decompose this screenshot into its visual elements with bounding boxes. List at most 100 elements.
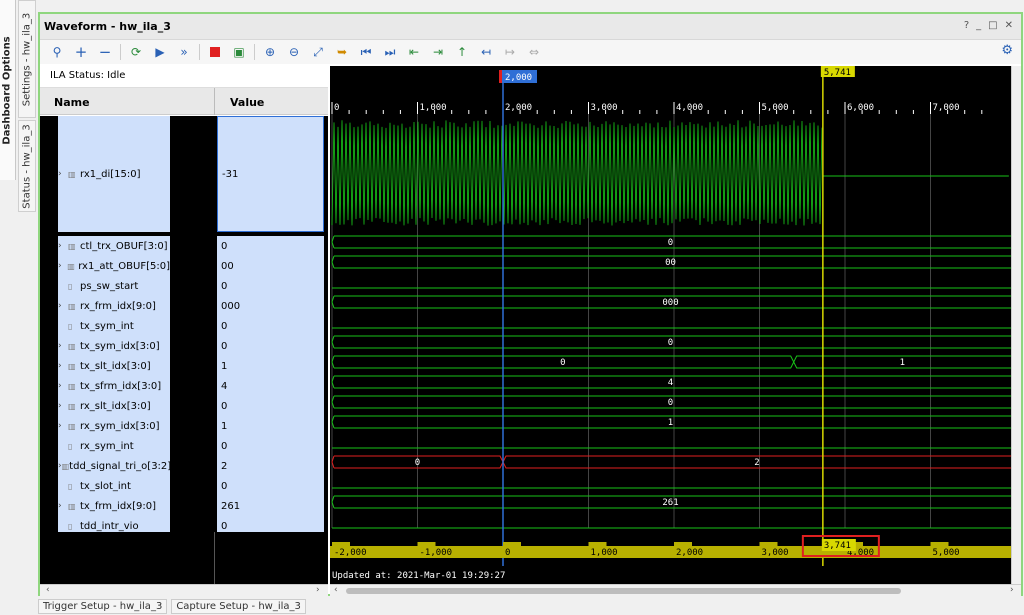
signal-list-hscrollbar[interactable]: ‹ ›: [40, 584, 328, 596]
close-icon[interactable]: ✕: [1005, 20, 1013, 31]
chevron-right-icon[interactable]: ›: [58, 401, 68, 411]
signal-name-cell[interactable]: › ▥ tdd_signal_tri_o[3:2]: [58, 456, 170, 476]
gear-icon[interactable]: ⚙: [1001, 43, 1013, 58]
waveform-canvas[interactable]: 2,000 5,741 0 1,000 2,000 3,000 4,000 5,000 6,00…: [330, 66, 1011, 584]
zoom-out-icon[interactable]: ⊖: [283, 42, 305, 62]
signal-row[interactable]: ▯ tx_slot_int 0: [40, 476, 328, 496]
status-tab[interactable]: Status - hw_ila_3: [18, 120, 36, 212]
waveform-vscrollbar[interactable]: [1011, 66, 1021, 584]
run-icon[interactable]: ▶: [149, 42, 171, 62]
fast-forward-icon[interactable]: »: [173, 42, 195, 62]
signal-name-cell[interactable]: › ▥ rx_frm_idx[9:0]: [58, 296, 170, 316]
go-first-icon[interactable]: ⏮: [355, 42, 377, 62]
signal-name-cell[interactable]: › ▥ rx_sym_idx[3:0]: [58, 416, 170, 436]
signal-row[interactable]: › ▥ tx_frm_idx[9:0] 261: [40, 496, 328, 516]
toolbar-divider: [254, 44, 255, 60]
signal-name-cell[interactable]: › ▥ tx_slt_idx[3:0]: [58, 356, 170, 376]
prev-marker-icon[interactable]: ↤: [475, 42, 497, 62]
go-last-icon[interactable]: ⏭: [379, 42, 401, 62]
signal-name-cell[interactable]: › ▥ rx_slt_idx[3:0]: [58, 396, 170, 416]
scroll-right-icon[interactable]: ›: [1010, 585, 1014, 595]
relative-ruler-notch: [931, 542, 949, 546]
scroll-left-icon[interactable]: ‹: [46, 585, 50, 595]
zoom-in-icon[interactable]: ⊕: [259, 42, 281, 62]
signal-name-cell[interactable]: › ▥ tx_sfrm_idx[3:0]: [58, 376, 170, 396]
bus-icon: ▥: [62, 462, 70, 471]
chevron-right-icon[interactable]: ›: [58, 421, 68, 431]
signal-row[interactable]: ▯ ps_sw_start 0: [40, 276, 328, 296]
column-divider[interactable]: [214, 88, 215, 115]
minimize-icon[interactable]: _: [976, 20, 981, 31]
column-divider: [214, 532, 215, 584]
blue-cursor-label: 2,000: [505, 73, 532, 83]
maximize-icon[interactable]: □: [988, 20, 997, 31]
bottom-tabs: Trigger Setup - hw_ila_3 Capture Setup -…: [38, 599, 306, 614]
signal-row[interactable]: › ▥ rx1_att_OBUF[5:0] 00: [40, 256, 328, 276]
run-trigger-icon[interactable]: ⟳: [125, 42, 147, 62]
signal-name: rx1_di[15:0]: [80, 169, 141, 180]
signal-row[interactable]: › ▥ tx_sfrm_idx[3:0] 4: [40, 376, 328, 396]
zoom-plus-icon[interactable]: +: [70, 42, 92, 62]
next-transition-icon[interactable]: ⇥: [427, 42, 449, 62]
next-marker-icon[interactable]: ↦: [499, 42, 521, 62]
signal-row[interactable]: › ▥ tx_sym_idx[3:0] 0: [40, 336, 328, 356]
signal-row[interactable]: › ▥ rx_slt_idx[3:0] 0: [40, 396, 328, 416]
signal-name-cell[interactable]: › ▥ tx_sym_idx[3:0]: [58, 336, 170, 356]
settings-tab[interactable]: Settings - hw_ila_3: [18, 0, 36, 118]
help-icon[interactable]: ?: [964, 20, 969, 31]
signal-name-cell[interactable]: › ▥ rx1_di[15:0]: [58, 116, 170, 232]
tab-capture-setup[interactable]: Capture Setup - hw_ila_3: [171, 599, 306, 614]
signal-row[interactable]: › ▥ rx_frm_idx[9:0] 000: [40, 296, 328, 316]
waveform-hscrollbar[interactable]: ‹ ›: [330, 584, 1021, 596]
signal-name-cell[interactable]: ▯ ps_sw_start: [58, 276, 170, 296]
zoom-fit-icon[interactable]: ⤢: [307, 42, 329, 62]
search-icon[interactable]: ⚲: [46, 42, 68, 62]
signal-row[interactable]: › ▥ tx_slt_idx[3:0] 1: [40, 356, 328, 376]
signal-name: tx_sfrm_idx[3:0]: [80, 381, 161, 392]
signal-row[interactable]: › ▥ tdd_signal_tri_o[3:2] 2: [40, 456, 328, 476]
name-column-header[interactable]: Name: [54, 96, 90, 109]
scroll-thumb[interactable]: [346, 588, 901, 594]
updated-timestamp: Updated at: 2021-Mar-01 19:29:27: [332, 571, 505, 581]
chevron-right-icon[interactable]: ›: [58, 361, 68, 371]
chevron-right-icon[interactable]: ›: [58, 501, 68, 511]
ruler-tick-label: 5,000: [762, 103, 789, 113]
ila-status: ILA Status: Idle: [40, 66, 328, 88]
chevron-right-icon[interactable]: ›: [58, 381, 68, 391]
chevron-right-icon[interactable]: ›: [58, 341, 68, 351]
value-column-header[interactable]: Value: [230, 96, 264, 109]
relative-ruler-notch: [418, 542, 436, 546]
marker-add-icon[interactable]: ➥: [331, 42, 353, 62]
signal-row[interactable]: ▯ rx_sym_int 0: [40, 436, 328, 456]
signal-name-cell[interactable]: ▯ tx_sym_int: [58, 316, 170, 336]
ruler-tick-label: 1,000: [420, 103, 447, 113]
signal-row[interactable]: › ▥ rx1_di[15:0] -31: [40, 116, 328, 232]
signal-name: tx_slt_idx[3:0]: [80, 361, 151, 372]
chevron-right-icon[interactable]: ›: [58, 169, 68, 179]
add-marker-icon[interactable]: ↑: [451, 42, 473, 62]
signal-name-cell[interactable]: › ▥ ctl_trx_OBUF[3:0]: [58, 236, 170, 256]
chevron-right-icon[interactable]: ›: [58, 301, 68, 311]
chevron-right-icon[interactable]: ›: [58, 241, 68, 251]
signal-name-cell[interactable]: › ▥ tx_frm_idx[9:0]: [58, 496, 170, 516]
dashboard-options-tab[interactable]: Dashboard Options: [0, 0, 16, 180]
prev-transition-icon[interactable]: ⇤: [403, 42, 425, 62]
signal-row[interactable]: ▯ tx_sym_int 0: [40, 316, 328, 336]
signal-row[interactable]: › ▥ ctl_trx_OBUF[3:0] 0: [40, 236, 328, 256]
chevron-right-icon[interactable]: ›: [58, 261, 67, 271]
bus-wave: [332, 456, 1011, 468]
signal-name-cell[interactable]: › ▥ rx1_att_OBUF[5:0]: [58, 256, 170, 276]
signal-value: 0: [217, 276, 324, 296]
swap-cursors-icon[interactable]: ⇔: [523, 42, 545, 62]
scroll-right-icon[interactable]: ›: [316, 585, 320, 595]
signal-name-cell[interactable]: ▯ rx_sym_int: [58, 436, 170, 456]
signal-row[interactable]: › ▥ rx_sym_idx[3:0] 1: [40, 416, 328, 436]
toolbar-divider: [120, 44, 121, 60]
scroll-left-icon[interactable]: ‹: [334, 585, 338, 595]
export-icon[interactable]: ▣: [228, 42, 250, 62]
relative-ruler-notch: [674, 542, 692, 546]
zoom-minus-icon[interactable]: −: [94, 42, 116, 62]
signal-name-cell[interactable]: ▯ tx_slot_int: [58, 476, 170, 496]
stop-icon[interactable]: [204, 42, 226, 62]
tab-trigger-setup[interactable]: Trigger Setup - hw_ila_3: [38, 599, 167, 614]
